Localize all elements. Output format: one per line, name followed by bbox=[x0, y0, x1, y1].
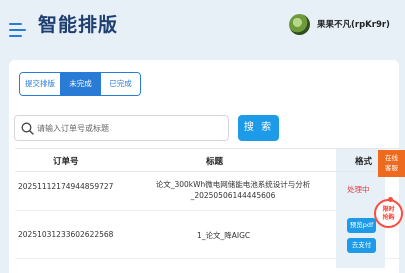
preview-pdf-button[interactable]: 预览pdf bbox=[347, 218, 376, 233]
tab-submit[interactable]: 提交排版 bbox=[20, 73, 60, 95]
status-tabs: 提交排版 未完成 已完成 bbox=[19, 72, 141, 96]
table-header: 订单号 标题 格式 bbox=[15, 148, 399, 172]
column-header-order-no: 订单号 bbox=[53, 157, 79, 167]
order-number: 20251031233602622568 bbox=[18, 230, 114, 239]
app-header: 智能排版 果果不凡(rpKr9r) bbox=[0, 0, 405, 52]
pay-button[interactable]: 去支付 bbox=[347, 238, 376, 253]
orders-panel: 提交排版 未完成 已完成 搜 索 订单号 标题 格式 2025111217494… bbox=[9, 60, 399, 273]
order-title[interactable]: 1_论文_降AIGC bbox=[197, 230, 250, 241]
flash-sale-badge[interactable]: 限时 抢购 bbox=[374, 197, 403, 228]
column-header-title: 标题 bbox=[206, 157, 224, 167]
tab-incomplete[interactable]: 未完成 bbox=[60, 73, 100, 95]
orders-table: 订单号 标题 格式 20251112174944859727 论文_300kWh… bbox=[15, 148, 399, 268]
online-service-button[interactable]: 在线 客服 bbox=[378, 150, 405, 177]
order-title[interactable]: 论文_300kWh微电网储能电池系统设计与分析 _202505061444456… bbox=[135, 179, 331, 201]
promo-dot-icon bbox=[388, 197, 393, 202]
table-row[interactable]: 20251112174944859727 论文_300kWh微电网储能电池系统设… bbox=[15, 172, 399, 211]
search-box bbox=[14, 115, 229, 141]
order-number: 20251112174944859727 bbox=[18, 182, 114, 191]
avatar[interactable] bbox=[289, 14, 310, 35]
column-header-format: 格式 bbox=[355, 157, 373, 167]
search-icon bbox=[21, 122, 34, 135]
username[interactable]: 果果不凡(rpKr9r) bbox=[317, 18, 390, 30]
search-input[interactable] bbox=[37, 119, 222, 137]
app-title: 智能排版 bbox=[38, 14, 119, 36]
status-badge: 处理中 bbox=[347, 185, 370, 194]
table-row[interactable]: 20251031233602622568 1_论文_降AIGC 预览pdf 去支… bbox=[15, 211, 399, 259]
tab-completed[interactable]: 已完成 bbox=[100, 73, 140, 95]
menu-icon[interactable] bbox=[9, 23, 26, 37]
search-button[interactable]: 搜 索 bbox=[238, 115, 279, 141]
